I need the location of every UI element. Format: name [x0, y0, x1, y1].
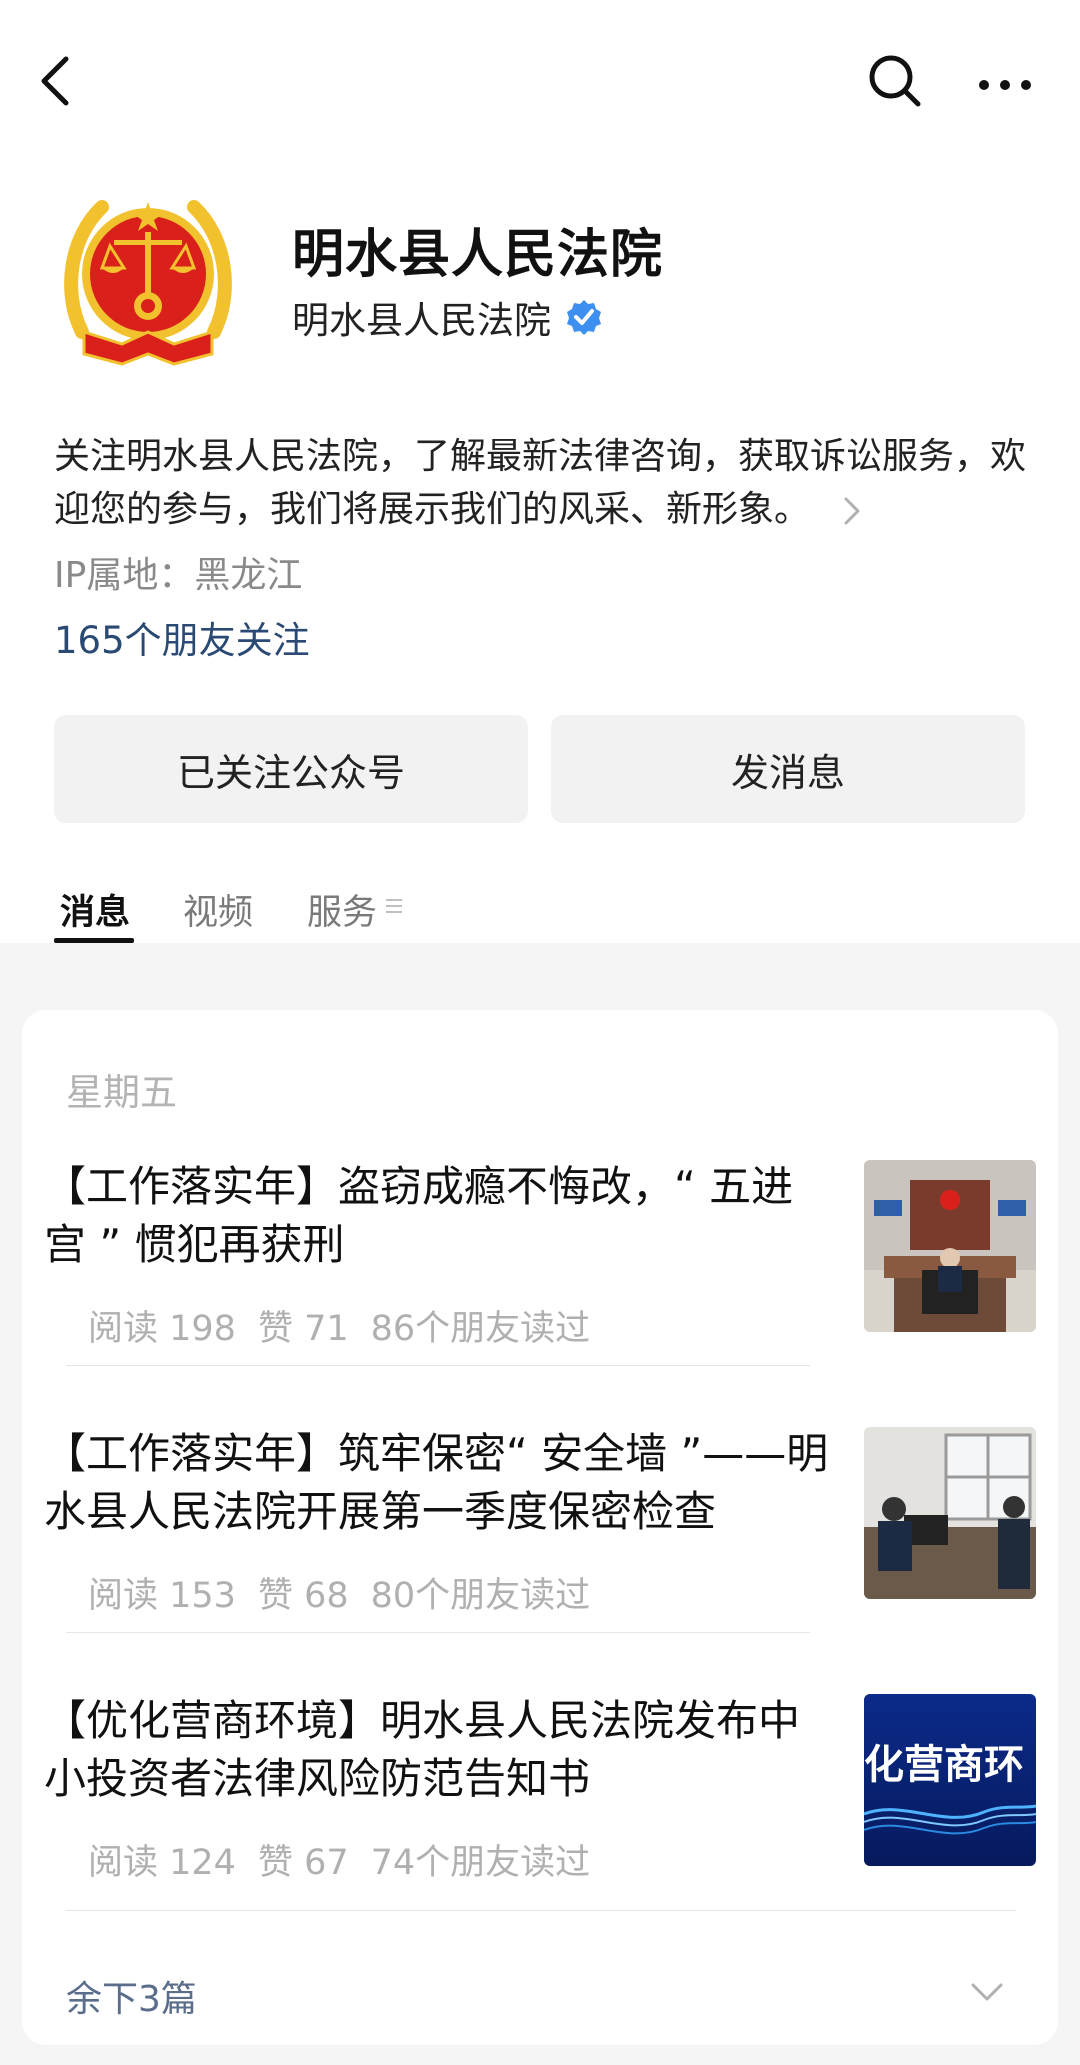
office-inspection-photo-icon: [864, 1427, 1036, 1599]
ip-location: IP属地：黑龙江: [54, 555, 303, 596]
top-nav-bar: [0, 0, 1080, 165]
followed-account-button[interactable]: 已关注公众号: [54, 715, 528, 823]
search-button[interactable]: [862, 45, 928, 117]
chevron-down-icon[interactable]: [970, 1982, 1004, 2002]
article-title: 【优化营商环境】明水县人民法院发布中小投资者法律风险防范告知书: [44, 1696, 801, 1803]
like-count: 赞 67: [257, 1843, 349, 1883]
description-text: 关注明水县人民法院，了解最新法律咨询，获取诉讼服务，欢迎您的参与，我们将展示我们…: [54, 436, 1027, 530]
court-emblem-logo: [62, 182, 234, 374]
article-item[interactable]: 【工作落实年】盗窃成瘾不悔改，“ 五进宫 ” 惯犯再获刑 阅读 198 赞 71 8…: [44, 1158, 1036, 1349]
article-meta: 阅读 124 赞 67 74个朋友读过: [88, 1834, 612, 1885]
friends-following-link[interactable]: 165个朋友关注: [54, 610, 310, 664]
article-item[interactable]: 【优化营商环境】明水县人民法院发布中小投资者法律风险防范告知书 阅读 124 赞 …: [44, 1692, 1036, 1883]
tab-services[interactable]: 服务: [307, 884, 377, 935]
tab-messages[interactable]: 消息: [60, 884, 130, 935]
article-meta: 阅读 198 赞 71 86个朋友读过: [88, 1300, 612, 1351]
like-count: 赞 71: [257, 1309, 349, 1349]
account-subname: 明水县人民法院: [292, 299, 551, 342]
card-footer-divider: [66, 1910, 1016, 1911]
account-title: 明水县人民法院: [292, 225, 664, 285]
like-count: 赞 68: [257, 1576, 349, 1616]
verified-badge-icon: [567, 300, 601, 335]
back-arrow-icon: [41, 56, 69, 106]
friends-read: 74个朋友读过: [370, 1843, 591, 1883]
article-title: 【工作落实年】筑牢保密“ 安全墙 ”——明水县人民法院开展第一季度保密检查: [44, 1429, 829, 1536]
send-message-button[interactable]: 发消息: [551, 715, 1025, 823]
courtroom-photo-icon: [864, 1160, 1036, 1332]
tab-videos[interactable]: 视频: [183, 884, 253, 935]
read-count: 阅读 198: [88, 1309, 236, 1349]
article-meta: 阅读 153 赞 68 80个朋友读过: [88, 1567, 612, 1618]
read-count: 阅读 153: [88, 1576, 236, 1616]
chevron-right-icon: [844, 497, 860, 525]
article-thumbnail: 化营商环: [864, 1694, 1036, 1866]
banner-text: 化营商环: [864, 1742, 1024, 1788]
search-icon: [869, 55, 921, 107]
article-thumbnail: [864, 1160, 1036, 1332]
friends-read: 86个朋友读过: [370, 1309, 591, 1349]
article-divider: [66, 1365, 810, 1366]
account-description[interactable]: 关注明水县人民法院，了解最新法律咨询，获取诉讼服务，欢迎您的参与，我们将展示我们…: [54, 430, 1044, 536]
article-item[interactable]: 【工作落实年】筑牢保密“ 安全墙 ”——明水县人民法院开展第一季度保密检查 阅读…: [44, 1425, 1036, 1616]
business-banner-image-icon: 化营商环: [864, 1694, 1036, 1866]
article-title: 【工作落实年】盗窃成瘾不悔改，“ 五进宫 ” 惯犯再获刑: [44, 1162, 794, 1269]
account-subtitle-row: 明水县人民法院: [292, 290, 603, 344]
court-emblem-icon: [64, 200, 232, 366]
back-button[interactable]: [28, 45, 84, 117]
menu-lines-icon: [386, 899, 402, 913]
article-divider: [66, 1632, 810, 1633]
day-label: 星期五: [66, 1071, 177, 1114]
remaining-articles-link[interactable]: 余下3篇: [66, 1970, 197, 2022]
content-tabs: 消息 视频 服务: [0, 870, 1080, 943]
read-count: 阅读 124: [88, 1843, 236, 1883]
friends-read: 80个朋友读过: [370, 1576, 591, 1616]
more-dots-icon: [979, 80, 1031, 90]
message-card: 星期五 【工作落实年】盗窃成瘾不悔改，“ 五进宫 ” 惯犯再获刑 阅读 198 赞…: [22, 1010, 1058, 2045]
article-thumbnail: [864, 1427, 1036, 1599]
more-options-button[interactable]: [965, 55, 1045, 115]
